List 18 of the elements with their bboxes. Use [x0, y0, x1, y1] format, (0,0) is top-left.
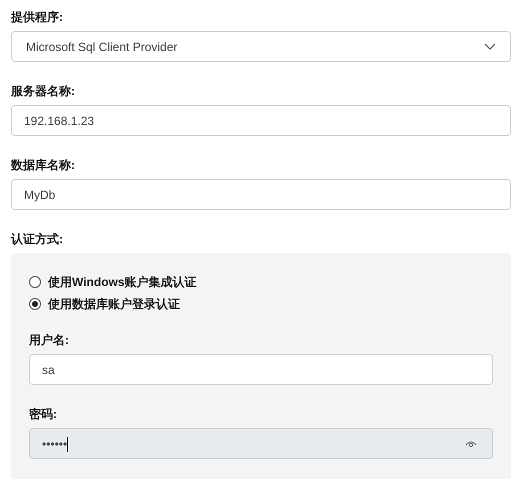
provider-dropdown[interactable]: Microsoft Sql Client Provider	[11, 31, 511, 62]
dropdown-value: Microsoft Sql Client Provider	[26, 38, 178, 56]
chevron-down-icon	[484, 43, 496, 50]
text-field[interactable]: 192.168.1.23	[11, 105, 511, 136]
field-label: 服务器名称:	[11, 83, 75, 99]
text-field[interactable]: MyDb	[11, 179, 511, 210]
field-label: 用户名:	[29, 332, 69, 348]
field-label: 认证方式:	[11, 231, 63, 247]
text-field[interactable]: sa	[29, 354, 493, 385]
field-label: 数据库名称:	[11, 157, 75, 173]
password-field[interactable]: ••••••	[29, 428, 493, 459]
field-label: 密码:	[29, 406, 57, 422]
radio-label[interactable]: 使用数据库账户登录认证	[48, 295, 180, 313]
radio-button[interactable]	[29, 298, 41, 310]
radio-label[interactable]: 使用Windows账户集成认证	[48, 273, 197, 291]
eye-icon[interactable]	[465, 439, 477, 448]
field-label: 提供程序:	[11, 9, 63, 25]
radio-button[interactable]	[29, 276, 41, 288]
